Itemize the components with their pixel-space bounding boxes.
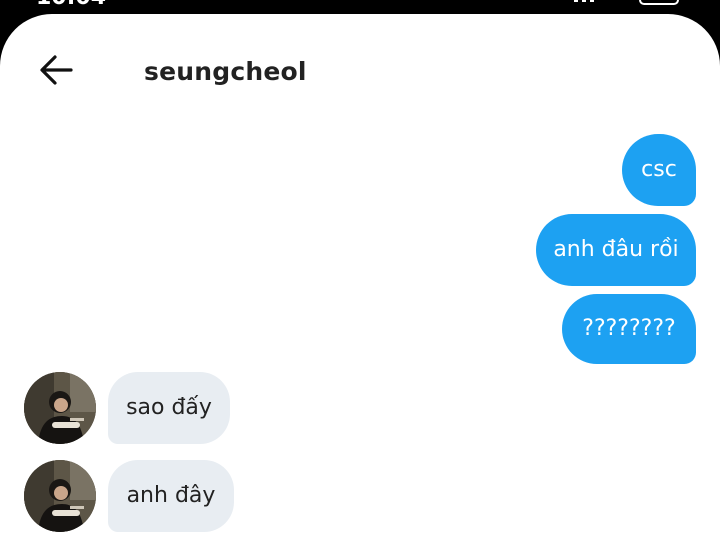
contact-name[interactable]: seungcheol — [144, 54, 307, 90]
chat-screen: seungcheol csc anh đâu rồi ???????? sao … — [0, 14, 720, 560]
message-text: csc — [641, 157, 677, 182]
message-bubble-sent[interactable]: ???????? — [562, 294, 696, 364]
avatar[interactable] — [24, 460, 96, 532]
message-text: anh đây — [126, 483, 216, 508]
message-bubble-received[interactable]: sao đấy — [108, 372, 230, 444]
back-button[interactable] — [28, 44, 84, 96]
message-text: sao đấy — [126, 395, 212, 420]
status-icons — [574, 0, 679, 5]
message-text: ???????? — [582, 316, 676, 341]
avatar-photo — [24, 372, 96, 444]
message-bubble-received[interactable]: anh đây — [108, 460, 234, 532]
message-bubble-sent[interactable]: anh đâu rồi — [536, 214, 696, 286]
status-time: 10:04 — [36, 0, 106, 10]
message-bubble-sent[interactable]: csc — [622, 134, 696, 206]
avatar-photo — [24, 460, 96, 532]
chat-header: seungcheol — [0, 14, 720, 104]
message-text: anh đâu rồi — [553, 237, 679, 262]
avatar[interactable] — [24, 372, 96, 444]
arrow-left-icon — [40, 55, 73, 85]
status-bar: 10:04 — [0, 0, 720, 14]
